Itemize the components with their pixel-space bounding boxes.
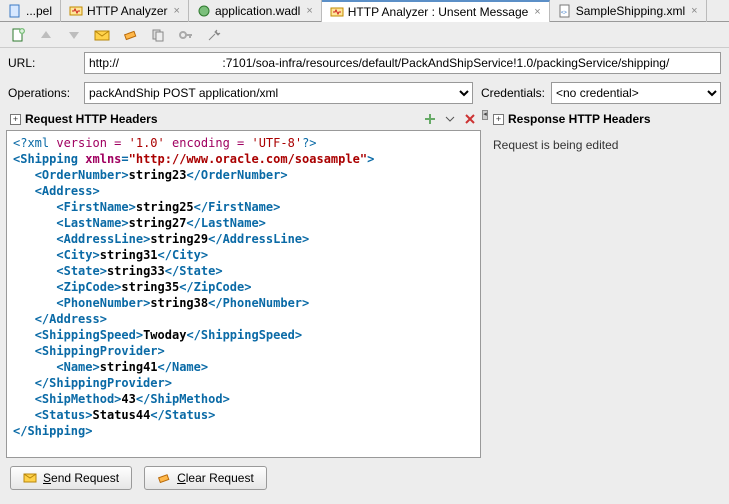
tab-http-analyzer[interactable]: HTTP Analyzer × <box>61 0 189 22</box>
add-icon[interactable] <box>423 112 437 126</box>
credentials-select[interactable]: <no credential> <box>551 82 721 104</box>
response-pane: + Response HTTP Headers Request is being… <box>489 108 723 490</box>
clear-request-button[interactable]: Clear Request <box>144 466 267 490</box>
tab-pel[interactable]: ...pel <box>0 0 61 22</box>
analyzer-icon <box>69 4 83 18</box>
response-status: Request is being edited <box>489 130 723 160</box>
analyzer-icon <box>330 5 344 19</box>
url-label: URL: <box>8 56 76 70</box>
tab-http-analyzer-unsent[interactable]: HTTP Analyzer : Unsent Message × <box>322 0 550 22</box>
tab-sample-shipping[interactable]: <> SampleShipping.xml × <box>550 0 707 22</box>
url-row: URL: <box>0 48 729 78</box>
svg-text:<>: <> <box>561 10 567 16</box>
operations-label: Operations: <box>8 86 76 100</box>
tab-application-wadl[interactable]: application.wadl × <box>189 0 322 22</box>
tab-label: HTTP Analyzer : Unsent Message <box>348 5 529 19</box>
delete-icon[interactable] <box>463 112 477 126</box>
tab-label: application.wadl <box>215 4 300 18</box>
request-pane: + Request HTTP Headers <?xml version = '… <box>6 108 481 490</box>
dropdown-icon[interactable] <box>443 112 457 126</box>
operations-row: Operations: packAndShip POST application… <box>0 78 729 108</box>
response-header: + Response HTTP Headers <box>489 108 723 130</box>
send-request-button[interactable]: Send Request <box>10 466 132 490</box>
wadl-icon <box>197 4 211 18</box>
tab-label: SampleShipping.xml <box>576 4 685 18</box>
tab-bar: ...pel HTTP Analyzer × application.wadl … <box>0 0 729 22</box>
clear-label: lear Request <box>186 471 254 485</box>
mail-icon[interactable] <box>92 25 112 45</box>
mail-icon <box>23 471 37 485</box>
credentials-label: Credentials: <box>481 86 545 100</box>
split-pane: + Request HTTP Headers <?xml version = '… <box>0 108 729 496</box>
eraser-icon <box>157 471 171 485</box>
close-icon[interactable]: × <box>174 5 180 17</box>
new-request-icon[interactable] <box>8 25 28 45</box>
copy-icon[interactable] <box>148 25 168 45</box>
expand-icon[interactable]: + <box>10 114 21 125</box>
close-icon[interactable]: × <box>534 6 540 18</box>
url-input[interactable] <box>84 52 721 74</box>
send-label: end Request <box>51 471 119 485</box>
toolbar <box>0 22 729 48</box>
close-icon[interactable]: × <box>306 5 312 17</box>
tools-icon[interactable] <box>204 25 224 45</box>
splitter[interactable]: ◂ <box>481 108 489 490</box>
up-arrow-icon[interactable] <box>36 25 56 45</box>
expand-icon[interactable]: + <box>493 114 504 125</box>
request-body-editor[interactable]: <?xml version = '1.0' encoding = 'UTF-8'… <box>6 130 481 458</box>
response-header-title: Response HTTP Headers <box>508 112 719 126</box>
button-row: Send Request Clear Request <box>6 458 481 490</box>
tab-label: ...pel <box>26 4 52 18</box>
request-header: + Request HTTP Headers <box>6 108 481 130</box>
down-arrow-icon[interactable] <box>64 25 84 45</box>
key-icon[interactable] <box>176 25 196 45</box>
request-header-title: Request HTTP Headers <box>25 112 419 126</box>
operations-select[interactable]: packAndShip POST application/xml <box>84 82 473 104</box>
eraser-icon[interactable] <box>120 25 140 45</box>
xml-icon: <> <box>558 4 572 18</box>
file-icon <box>8 4 22 18</box>
close-icon[interactable]: × <box>691 5 697 17</box>
tab-label: HTTP Analyzer <box>87 4 167 18</box>
